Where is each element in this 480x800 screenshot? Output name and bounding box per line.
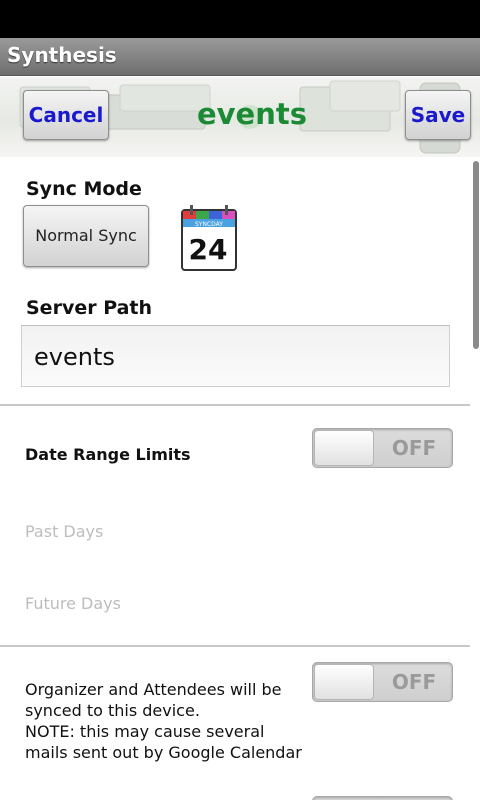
attendees-description-line: NOTE: this may cause several	[25, 722, 265, 741]
date-range-limits-label: Date Range Limits	[25, 445, 191, 464]
save-button-label: Save	[410, 103, 466, 127]
toggle-knob	[314, 430, 374, 466]
section-divider	[0, 404, 470, 406]
sync-mode-button[interactable]: Normal Sync	[23, 205, 149, 267]
attendees-description-line: mails sent out by Google Calendar	[25, 743, 302, 762]
calendar-icon-banner: SYNCDAY	[195, 221, 223, 228]
calendar-icon: SYNCDAY 24	[181, 205, 237, 271]
page-title: events	[196, 97, 307, 131]
cancel-button[interactable]: Cancel	[23, 90, 109, 140]
title-bar: Synthesis	[0, 38, 480, 76]
attendees-toggle[interactable]: OFF	[312, 662, 453, 702]
toggle-knob	[314, 664, 374, 700]
section-divider	[0, 645, 470, 647]
toggle-state-label: OFF	[391, 670, 437, 694]
sync-mode-button-label: Normal Sync	[35, 226, 137, 245]
date-range-limits-toggle[interactable]: OFF	[312, 428, 453, 468]
toggle-state-label: OFF	[391, 436, 437, 460]
header-bar: Cancel events Save	[0, 77, 480, 157]
future-days-label: Future Days	[25, 594, 121, 613]
status-bar	[0, 0, 480, 38]
sync-mode-label: Sync Mode	[26, 178, 142, 200]
next-toggle-partial[interactable]	[312, 796, 453, 800]
server-path-label: Server Path	[26, 297, 153, 319]
past-days-label: Past Days	[25, 522, 104, 541]
calendar-icon-day: 24	[189, 233, 228, 266]
server-path-input[interactable]: events	[21, 325, 450, 387]
save-button[interactable]: Save	[405, 90, 471, 140]
attendees-description: Organizer and Attendees will be synced t…	[25, 679, 315, 763]
scrollbar[interactable]	[473, 161, 479, 349]
attendees-description-line: synced to this device.	[25, 701, 200, 720]
app-title: Synthesis	[7, 43, 117, 67]
attendees-description-line: Organizer and Attendees will be	[25, 680, 282, 699]
cancel-button-label: Cancel	[28, 103, 104, 127]
